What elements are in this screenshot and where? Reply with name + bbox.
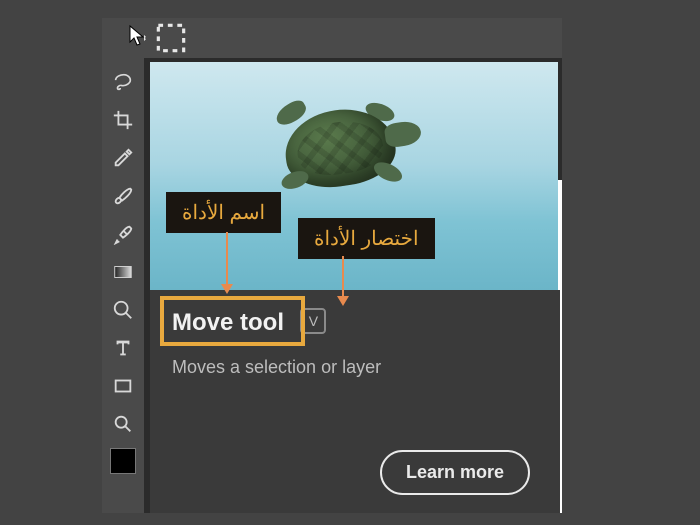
gradient-tool[interactable] xyxy=(104,254,142,290)
annotation-highlight-box xyxy=(160,296,305,346)
learn-more-button[interactable]: Learn more xyxy=(380,450,530,495)
crop-tool[interactable] xyxy=(104,102,142,138)
healing-brush-tool[interactable] xyxy=(104,216,142,252)
zoom-tool[interactable] xyxy=(104,292,142,328)
annotation-tool-shortcut: اختصار الأداة xyxy=(298,218,435,259)
type-tool[interactable] xyxy=(104,330,142,366)
tools-panel xyxy=(102,18,144,513)
tool-description: Moves a selection or layer xyxy=(172,357,538,378)
rectangle-tool[interactable] xyxy=(104,368,142,404)
cursor-pointer-icon xyxy=(128,24,148,48)
eyedropper-tool[interactable] xyxy=(104,140,142,176)
lasso-tool[interactable] xyxy=(104,64,142,100)
marquee-tool[interactable] xyxy=(152,20,190,56)
annotation-arrow-to-shortcut xyxy=(342,256,344,304)
brush-tool[interactable] xyxy=(104,178,142,214)
search-tool[interactable] xyxy=(104,406,142,442)
annotation-arrow-to-name xyxy=(226,232,228,292)
annotation-tool-name: اسم الأداة xyxy=(166,192,281,233)
foreground-color-swatch[interactable] xyxy=(110,448,136,474)
